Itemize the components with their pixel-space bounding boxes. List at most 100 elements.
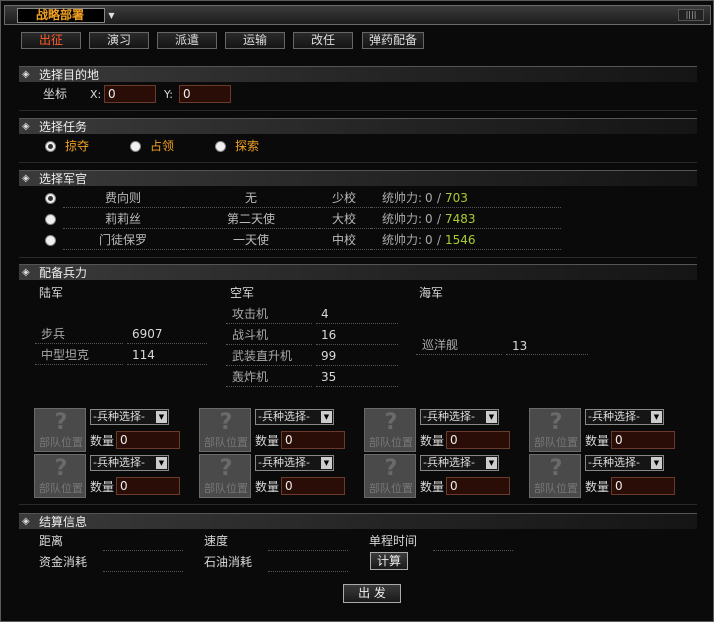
divider xyxy=(19,162,697,163)
officer-radio[interactable] xyxy=(45,214,56,225)
quantity-label: 数量 xyxy=(585,434,610,448)
unit-position-label: 部队位置 xyxy=(369,482,413,495)
coord-label: 坐标 xyxy=(43,87,68,101)
unit-position-box[interactable]: ? 部队位置 xyxy=(199,408,251,452)
quantity-label: 数量 xyxy=(255,434,280,448)
unit-position-label: 部队位置 xyxy=(204,482,248,495)
triangle-down-icon[interactable]: ▼ xyxy=(156,457,167,469)
officer-radio[interactable] xyxy=(45,235,56,246)
triangle-down-icon[interactable]: ▼ xyxy=(321,457,332,469)
triangle-down-icon[interactable]: ▼ xyxy=(486,457,497,469)
unit-type-select-value: -兵种选择- xyxy=(258,410,310,423)
question-mark-icon: ? xyxy=(219,456,233,481)
quantity-label: 数量 xyxy=(255,480,280,494)
unit-count: 16 xyxy=(321,328,337,342)
triangle-down-icon[interactable]: ▼ xyxy=(651,457,662,469)
unit-type-select-value: -兵种选择- xyxy=(423,456,475,469)
unit-type-select[interactable]: -兵种选择- ▼ xyxy=(420,455,499,471)
unit-name: 攻击机 xyxy=(232,307,269,321)
divider xyxy=(19,257,697,258)
quantity-label: 数量 xyxy=(90,434,115,448)
section-officers: ◈ 选择军官 xyxy=(19,170,697,186)
command-label: 统帅力: xyxy=(382,212,423,226)
section-title: 结算信息 xyxy=(39,515,88,529)
unit-type-select[interactable]: -兵种选择- ▼ xyxy=(255,409,334,425)
dotted-rule xyxy=(183,249,319,250)
unit-name: 步兵 xyxy=(41,327,66,341)
calculate-button[interactable]: 计算 xyxy=(370,552,408,570)
triangle-down-icon[interactable]: ▼ xyxy=(321,411,332,423)
section-title: 选择军官 xyxy=(39,172,88,186)
unit-count: 4 xyxy=(321,307,329,321)
window-title[interactable]: 战略部署 xyxy=(17,8,105,23)
section-troops: ◈ 配备兵力 xyxy=(19,264,697,280)
y-input[interactable]: 0 xyxy=(179,85,231,103)
triangle-down-icon[interactable]: ▼ xyxy=(486,411,497,423)
quantity-input[interactable]: 0 xyxy=(116,431,180,449)
triangle-down-icon[interactable]: ▼ xyxy=(156,411,167,423)
officer-radio[interactable] xyxy=(45,193,56,204)
command-label: 统帅力: xyxy=(382,191,423,205)
radio-plunder[interactable] xyxy=(45,141,56,152)
unit-type-select-value: -兵种选择- xyxy=(588,456,640,469)
depart-button[interactable]: 出 发 xyxy=(343,584,401,603)
dotted-rule xyxy=(63,207,183,208)
unit-type-select[interactable]: -兵种选择- ▼ xyxy=(585,409,664,425)
unit-position-label: 部队位置 xyxy=(534,436,578,449)
dotted-rule xyxy=(226,344,312,345)
divider xyxy=(19,110,697,111)
quantity-input[interactable]: 0 xyxy=(281,431,345,449)
officer-title: 无 xyxy=(244,191,257,205)
quantity-input[interactable]: 0 xyxy=(281,477,345,495)
unit-type-select[interactable]: -兵种选择- ▼ xyxy=(90,409,169,425)
tab-dispatch[interactable]: 派遣 xyxy=(157,32,217,49)
dotted-rule xyxy=(416,354,502,355)
tab-exercise[interactable]: 演习 xyxy=(89,32,149,49)
oil-cost-label: 石油消耗 xyxy=(204,555,253,569)
unit-type-select[interactable]: -兵种选择- ▼ xyxy=(255,455,334,471)
unit-type-select[interactable]: -兵种选择- ▼ xyxy=(585,455,664,471)
grip-icon[interactable]: |||| xyxy=(678,9,704,21)
title-dropdown-icon[interactable]: ▼ xyxy=(106,8,117,23)
quantity-input[interactable]: 0 xyxy=(611,477,675,495)
quantity-input[interactable]: 0 xyxy=(446,477,510,495)
unit-type-select-value: -兵种选择- xyxy=(588,410,640,423)
unit-type-select[interactable]: -兵种选择- ▼ xyxy=(420,409,499,425)
unit-position-box[interactable]: ? 部队位置 xyxy=(34,454,86,498)
unit-position-box[interactable]: ? 部队位置 xyxy=(364,408,416,452)
unit-position-box[interactable]: ? 部队位置 xyxy=(34,408,86,452)
tab-expedition[interactable]: 出征 xyxy=(21,32,81,49)
dotted-rule xyxy=(183,228,319,229)
quantity-input[interactable]: 0 xyxy=(446,431,510,449)
unit-position-box[interactable]: ? 部队位置 xyxy=(529,408,581,452)
radio-occupy[interactable] xyxy=(130,141,141,152)
tab-reassign[interactable]: 改任 xyxy=(293,32,353,49)
unit-name: 武装直升机 xyxy=(232,349,293,363)
radio-explore[interactable] xyxy=(215,141,226,152)
question-mark-icon: ? xyxy=(549,456,563,481)
tab-ammo[interactable]: 弹药配备 xyxy=(362,32,424,49)
unit-name: 中型坦克 xyxy=(41,348,90,362)
quantity-input[interactable]: 0 xyxy=(116,477,180,495)
question-mark-icon: ? xyxy=(54,410,68,435)
unit-type-select-value: -兵种选择- xyxy=(423,410,475,423)
unit-position-box[interactable]: ? 部队位置 xyxy=(199,454,251,498)
dotted-rule xyxy=(316,323,398,324)
unit-type-select[interactable]: -兵种选择- ▼ xyxy=(90,455,169,471)
tag-icon: ◈ xyxy=(22,69,30,80)
mission-label-plunder: 掠夺 xyxy=(65,139,90,153)
dotted-rule xyxy=(183,207,319,208)
x-input[interactable]: 0 xyxy=(104,85,156,103)
unit-position-label: 部队位置 xyxy=(369,436,413,449)
officer-rank: 大校 xyxy=(332,212,357,226)
officer-rank: 中校 xyxy=(332,233,357,247)
unit-name: 轰炸机 xyxy=(232,370,269,384)
triangle-down-icon[interactable]: ▼ xyxy=(651,411,662,423)
unit-position-box[interactable]: ? 部队位置 xyxy=(364,454,416,498)
dotted-rule xyxy=(63,249,183,250)
tab-transport[interactable]: 运输 xyxy=(225,32,285,49)
quantity-input[interactable]: 0 xyxy=(611,431,675,449)
unit-position-box[interactable]: ? 部队位置 xyxy=(529,454,581,498)
speed-label: 速度 xyxy=(204,534,229,548)
unit-position-label: 部队位置 xyxy=(39,482,83,495)
